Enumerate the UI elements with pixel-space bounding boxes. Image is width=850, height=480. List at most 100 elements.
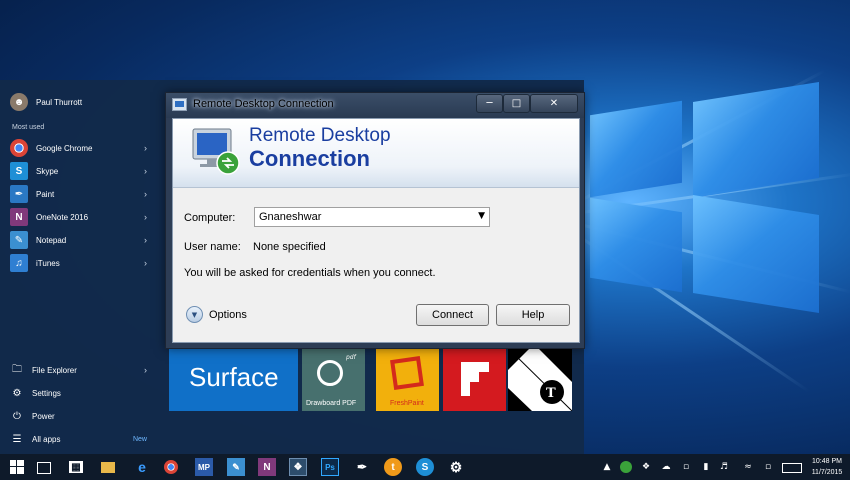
- chevron-right-icon[interactable]: ›: [144, 212, 147, 222]
- chevron-right-icon[interactable]: ›: [144, 258, 147, 268]
- start-item-label: All apps: [32, 434, 61, 444]
- dropbox-icon[interactable]: ❖: [640, 461, 652, 473]
- gear-icon: ⚙: [12, 387, 22, 399]
- wifi-icon[interactable]: ≈: [742, 461, 754, 473]
- start-file-explorer[interactable]: 🗀 File Explorer ›: [10, 360, 155, 380]
- banner-line2: Connection: [249, 146, 370, 171]
- dropdown-arrow-icon[interactable]: ▼: [478, 211, 485, 221]
- start-menu-left-column: ☻ Paul Thurrott Most used Google Chrome …: [0, 80, 160, 454]
- close-icon: ✕: [549, 98, 559, 109]
- maximize-icon: □: [511, 98, 522, 109]
- logo-pane: [693, 195, 819, 313]
- start-item-itunes[interactable]: ♫ iTunes ›: [10, 253, 155, 273]
- battery-icon[interactable]: ▮: [700, 461, 712, 473]
- logo-pane: [693, 82, 819, 198]
- chevron-right-icon[interactable]: ›: [144, 365, 147, 375]
- chevron-right-icon[interactable]: ›: [144, 143, 147, 153]
- start-item-label: File Explorer: [32, 365, 77, 375]
- help-button[interactable]: Help: [496, 304, 570, 326]
- tweet-icon[interactable]: t: [384, 458, 402, 476]
- start-item-label: Settings: [32, 388, 61, 398]
- start-item-label: Power: [32, 411, 55, 421]
- onedrive-icon[interactable]: ☁: [660, 461, 672, 473]
- evernote-icon[interactable]: [620, 461, 632, 473]
- metapad-icon[interactable]: MP: [195, 458, 213, 476]
- rdc-app-icon: [172, 98, 187, 111]
- user-name: Paul Thurrott: [36, 97, 83, 107]
- keyboard-icon[interactable]: [782, 463, 802, 473]
- options-toggle[interactable]: ▼ Options: [186, 306, 247, 323]
- list-icon: ☰: [12, 433, 22, 445]
- start-all-apps[interactable]: ☰ All apps New: [10, 429, 155, 449]
- maximize-button[interactable]: □: [503, 94, 530, 113]
- remote-desktop-dialog: Remote Desktop Connection ─ □ ✕ Remote D…: [165, 92, 585, 349]
- start-item-onenote[interactable]: N OneNote 2016 ›: [10, 207, 155, 227]
- rdc-icon[interactable]: ❖: [289, 458, 307, 476]
- start-item-skype[interactable]: S Skype ›: [10, 161, 155, 181]
- expand-down-icon: ▼: [186, 306, 203, 323]
- volume-icon[interactable]: ♬: [718, 461, 730, 473]
- new-badge: New: [132, 435, 147, 443]
- tile-surface-label: Surface: [189, 362, 279, 392]
- computer-combobox[interactable]: Gnaneshwar ▼: [254, 207, 490, 227]
- avatar: ☻: [10, 93, 28, 111]
- tile-flipboard[interactable]: [443, 348, 506, 411]
- clock[interactable]: 10:48 PM 11/7/2015: [807, 456, 847, 478]
- start-item-label: iTunes: [36, 258, 60, 268]
- notepad-icon[interactable]: ✎: [227, 458, 245, 476]
- file-explorer-icon[interactable]: [101, 462, 115, 473]
- remote-desktop-icon: [192, 128, 240, 175]
- start-item-paint[interactable]: ✒ Paint ›: [10, 184, 155, 204]
- chrome-icon[interactable]: [164, 460, 178, 474]
- start-item-label: Google Chrome: [36, 143, 93, 153]
- onenote-icon[interactable]: N: [258, 458, 276, 476]
- windows-logo-icon: [10, 460, 24, 474]
- drawboard-badge: pdf: [346, 354, 356, 361]
- chevron-right-icon[interactable]: ›: [144, 235, 147, 245]
- tile-nyt-crossword[interactable]: T: [508, 348, 572, 411]
- minimize-button[interactable]: ─: [476, 94, 503, 113]
- paint-icon: ✒: [10, 185, 28, 203]
- start-settings[interactable]: ⚙ Settings: [10, 383, 155, 403]
- task-view-icon[interactable]: [37, 462, 51, 474]
- tile-drawboard-label: Drawboard PDF: [306, 400, 357, 407]
- store-icon[interactable]: ▦: [69, 461, 83, 473]
- tile-freshpaint[interactable]: FreshPaint: [376, 348, 439, 411]
- start-button[interactable]: [8, 458, 26, 476]
- notifications-icon[interactable]: ▫: [762, 461, 774, 473]
- clock-date: 11/7/2015: [811, 469, 843, 476]
- settings-icon[interactable]: ⚙: [447, 458, 465, 476]
- svg-text:T: T: [546, 386, 556, 401]
- dialog-body: Remote Desktop Connection Computer: Gnan…: [172, 118, 580, 343]
- computer-label: Computer:: [184, 212, 236, 224]
- flipboard-icon: [461, 362, 489, 396]
- credentials-info: You will be asked for credentials when y…: [184, 267, 436, 279]
- chevron-right-icon[interactable]: ›: [144, 189, 147, 199]
- most-used-heading: Most used: [12, 124, 45, 131]
- skype-icon[interactable]: S: [416, 458, 434, 476]
- user-account[interactable]: ☻ Paul Thurrott: [10, 92, 155, 112]
- banner-line1: Remote Desktop: [249, 125, 391, 146]
- connect-button[interactable]: Connect: [416, 304, 489, 326]
- skype-icon: S: [10, 162, 28, 180]
- paint-icon[interactable]: ✒: [353, 458, 371, 476]
- start-item-notepad[interactable]: ✎ Notepad ›: [10, 230, 155, 250]
- tile-drawboard[interactable]: pdf Drawboard PDF: [302, 348, 365, 411]
- options-label: Options: [209, 308, 247, 321]
- chevron-right-icon[interactable]: ›: [144, 166, 147, 176]
- start-power[interactable]: ⏻ Power: [10, 406, 155, 426]
- photoshop-icon[interactable]: Ps: [321, 458, 339, 476]
- power-icon: ⏻: [13, 410, 21, 422]
- action-center-icon[interactable]: ▫: [680, 461, 692, 473]
- drawboard-icon: [317, 360, 343, 386]
- show-hidden-icons-icon[interactable]: ▲: [601, 461, 613, 473]
- notepad-icon: ✎: [10, 231, 28, 249]
- tile-surface[interactable]: Surface: [169, 348, 298, 411]
- start-item-chrome[interactable]: Google Chrome ›: [10, 138, 155, 158]
- chrome-icon: [10, 139, 28, 157]
- start-item-label: OneNote 2016: [36, 212, 89, 222]
- close-button[interactable]: ✕: [530, 94, 578, 113]
- username-value: None specified: [253, 241, 326, 253]
- edge-icon[interactable]: e: [133, 458, 151, 476]
- dialog-titlebar[interactable]: Remote Desktop Connection ─ □ ✕: [166, 93, 584, 118]
